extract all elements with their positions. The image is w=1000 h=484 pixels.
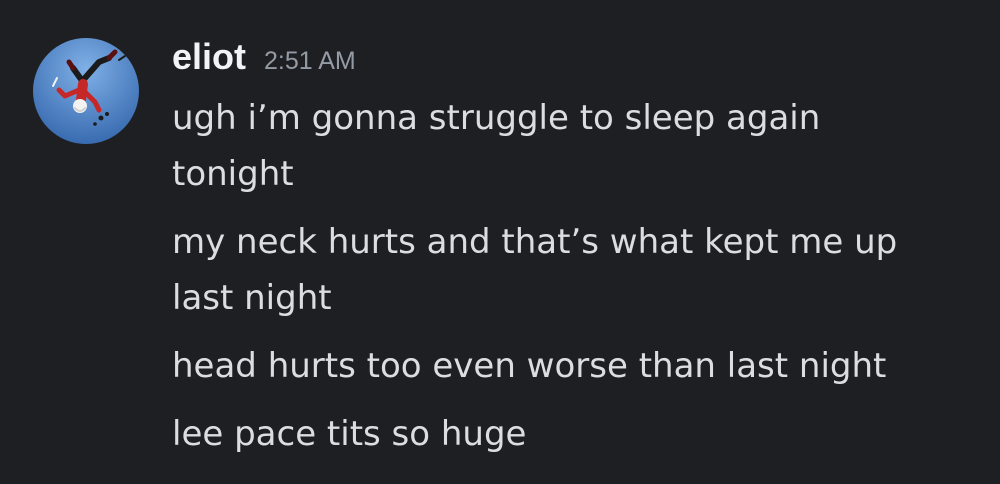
- message-item[interactable]: head hurts too even worse than last nigh…: [172, 338, 972, 394]
- message-text-line: last night: [172, 278, 332, 318]
- message-group: eliot 2:51 AM ugh i’m gonna struggle to …: [0, 0, 1000, 484]
- message-header: eliot 2:51 AM: [172, 36, 356, 84]
- avatar-falling-figure-icon: [33, 38, 139, 144]
- username[interactable]: eliot: [172, 36, 246, 78]
- message-item[interactable]: lee pace tits so huge: [172, 406, 972, 462]
- message-text-line: head hurts too even worse than last nigh…: [172, 346, 887, 386]
- message-text-line: tonight: [172, 154, 294, 194]
- message-text-line: my neck hurts and that’s what kept me up: [172, 222, 898, 262]
- message-item[interactable]: ugh i’m gonna struggle to sleep again to…: [172, 90, 972, 202]
- message-list: ugh i’m gonna struggle to sleep again to…: [172, 90, 972, 474]
- message-text-line: ugh i’m gonna struggle to sleep again: [172, 98, 821, 138]
- message-text-line: lee pace tits so huge: [172, 414, 527, 454]
- user-avatar[interactable]: [33, 38, 139, 144]
- timestamp[interactable]: 2:51 AM: [264, 47, 356, 76]
- message-item[interactable]: my neck hurts and that’s what kept me up…: [172, 214, 972, 326]
